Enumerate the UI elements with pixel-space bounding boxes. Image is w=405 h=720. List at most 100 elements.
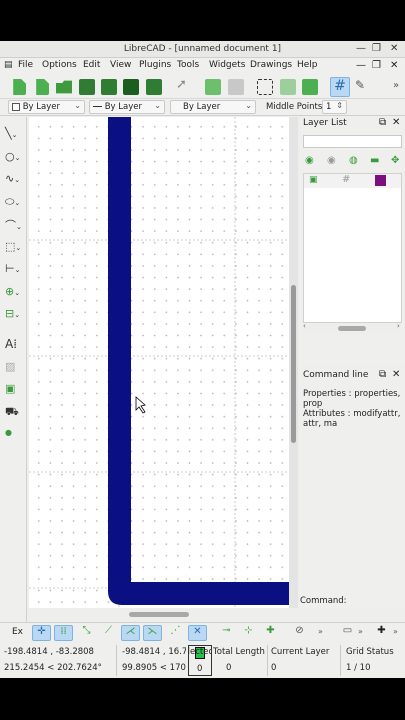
print-icon[interactable] [123, 79, 139, 95]
layer-visible-icon[interactable]: ▣ [309, 175, 318, 185]
dock-close-icon[interactable]: ✕ [392, 117, 400, 128]
snap-center-icon[interactable]: ⋌ [121, 625, 140, 641]
command-input[interactable] [340, 593, 402, 606]
menu-help[interactable]: Help [297, 60, 318, 70]
snap-middle-icon[interactable]: ⋋ [143, 625, 162, 641]
snap-tool-icon[interactable]: ⊕⌄ [5, 285, 23, 299]
add-layer-icon[interactable]: ✥ [391, 155, 399, 166]
menu-view[interactable]: View [110, 60, 131, 70]
lock-relative-zero-icon[interactable]: ▭ [338, 625, 357, 641]
layer-lock-icon[interactable]: # [342, 174, 350, 185]
polyline-tool-icon[interactable]: ⌒⌄ [5, 217, 23, 232]
lock-all-layers-icon[interactable]: ▬ [370, 155, 379, 166]
snap-entity-icon[interactable]: ⟋ [99, 625, 118, 641]
point-tool-icon[interactable]: ● [5, 428, 23, 442]
exclusive-snap-label[interactable]: Ex [12, 627, 23, 637]
unlock-all-layers-icon[interactable]: ◍ [349, 155, 358, 166]
ellipse-tool-icon[interactable]: ⬭⌄ [5, 195, 23, 209]
dock-float-icon[interactable]: ⧉ [379, 117, 386, 128]
toolbar-overflow-icon[interactable]: » [358, 627, 363, 636]
scroll-right-icon[interactable]: › [397, 322, 400, 330]
layer-color-swatch[interactable] [375, 175, 386, 186]
block-tool-icon[interactable]: ⛟ [5, 405, 23, 419]
scroll-left-icon[interactable]: ‹ [303, 322, 306, 330]
toolbar-overflow-icon[interactable]: » [318, 627, 323, 636]
restrict-vertical-icon[interactable]: ⊹ [239, 625, 258, 641]
menu-widgets[interactable]: Widgets [209, 60, 245, 70]
snap-free-icon[interactable]: ✛ [32, 625, 51, 641]
menu-drawings[interactable]: Drawings [250, 60, 292, 70]
mdi-close-icon[interactable]: ✕ [390, 60, 398, 71]
hide-all-layers-icon[interactable]: ◉ [327, 155, 336, 166]
zoom-auto-icon[interactable] [280, 79, 296, 95]
menu-bar: ▤ File Options Edit View Plugins Tools W… [0, 58, 405, 74]
toolbar-overflow-icon[interactable]: » [393, 80, 405, 96]
menu-options[interactable]: Options [42, 60, 77, 70]
grid-status-label: Grid Status [346, 647, 394, 657]
line-tool-icon[interactable]: ╲⌄ [5, 127, 23, 141]
middle-points-spinbox[interactable]: 1 ⇕ [322, 100, 347, 114]
maximize-icon[interactable]: ❐ [372, 43, 381, 54]
color-combo[interactable]: By Layer ⌄ [8, 100, 85, 114]
line-type-combo[interactable]: By Layer ⌄ [170, 100, 256, 114]
draft-mode-icon[interactable]: ✎ [355, 78, 371, 94]
menu-edit[interactable]: Edit [83, 60, 100, 70]
chevron-down-icon: ⌄ [154, 101, 161, 110]
mdi-restore-icon[interactable]: ❐ [372, 60, 381, 71]
undo-icon[interactable] [205, 79, 221, 95]
snap-intersection-icon[interactable]: ✕ [188, 625, 207, 641]
redo-icon[interactable] [228, 79, 244, 95]
zoom-window-icon[interactable] [257, 79, 273, 95]
layer-search-input[interactable] [303, 135, 402, 148]
drawing-canvas[interactable] [29, 117, 289, 608]
spline-tool-icon[interactable]: ∿⌄ [5, 172, 23, 186]
snap-distance-icon[interactable]: ⋰ [166, 625, 185, 641]
dimension-tool-icon[interactable]: ⊢⌄ [5, 262, 23, 276]
zoom-in-icon[interactable] [302, 79, 318, 95]
absolute-coordinates: -198.4814 , -83.2808 [4, 647, 94, 657]
add-block-icon[interactable]: ✚ [372, 625, 391, 641]
hatch-tool-icon[interactable]: ▨ [5, 360, 23, 374]
minimize-icon[interactable]: — [356, 43, 366, 54]
restrict-horizontal-icon[interactable]: ⊸ [217, 625, 236, 641]
image-tool-icon[interactable]: ▣ [5, 382, 23, 396]
scrollbar-thumb[interactable] [291, 285, 296, 443]
command-line-dock: Command line ⧉ ✕ Properties : properties… [300, 369, 405, 609]
toggle-grid-icon[interactable]: # [330, 77, 350, 97]
menu-file[interactable]: File [18, 60, 33, 70]
print-preview-icon[interactable] [146, 79, 162, 95]
mdi-minimize-icon[interactable]: — [356, 60, 366, 71]
menu-plugins[interactable]: Plugins [139, 60, 171, 70]
snap-grid-icon[interactable]: ⁞⁞ [54, 625, 73, 641]
circle-tool-icon[interactable]: ○⌄ [5, 150, 23, 164]
dock-float-icon[interactable]: ⧉ [379, 369, 386, 380]
menu-tools[interactable]: Tools [177, 60, 199, 70]
scrollbar-thumb[interactable] [129, 612, 189, 617]
snap-endpoint-icon[interactable]: ⤡ [77, 625, 96, 641]
app-menu-icon[interactable]: ▤ [4, 60, 13, 70]
close-icon[interactable]: ✕ [390, 43, 398, 54]
restrict-orthogonal-icon[interactable]: ✚ [261, 625, 280, 641]
relative-zero-icon[interactable]: ⊘ [290, 625, 309, 641]
toolbar-overflow-icon[interactable]: » [393, 627, 398, 636]
text-tool-icon[interactable]: A⁞ [5, 337, 23, 351]
open-folder-icon[interactable] [56, 80, 72, 94]
show-all-layers-icon[interactable]: ◉ [305, 155, 314, 166]
line-width-combo[interactable]: By Layer ⌄ [89, 100, 165, 114]
table-row[interactable]: ▣ # [304, 174, 401, 188]
layer-table-scrollbar[interactable]: ‹ › [303, 322, 402, 333]
scrollbar-thumb[interactable] [338, 326, 366, 331]
select-tool-icon[interactable]: ⬚⌄ [5, 240, 23, 254]
new-from-template-icon[interactable] [36, 79, 49, 95]
librecad-window: LibreCAD - [unnamed document 1] — ❐ ✕ ▤ … [0, 41, 405, 678]
drawn-l-shape[interactable] [108, 117, 289, 605]
canvas-vertical-scrollbar[interactable] [289, 117, 298, 608]
new-file-icon[interactable] [13, 79, 26, 95]
save-as-icon[interactable] [101, 79, 117, 95]
canvas-horizontal-scrollbar[interactable] [29, 608, 289, 621]
dock-close-icon[interactable]: ✕ [392, 369, 400, 380]
select-pointer-icon[interactable]: ➚ [176, 77, 192, 93]
save-icon[interactable] [79, 79, 95, 95]
modify-tool-icon[interactable]: ⊟⌄ [5, 307, 23, 321]
main-toolbar: ➚ # ✎ » [0, 75, 405, 99]
